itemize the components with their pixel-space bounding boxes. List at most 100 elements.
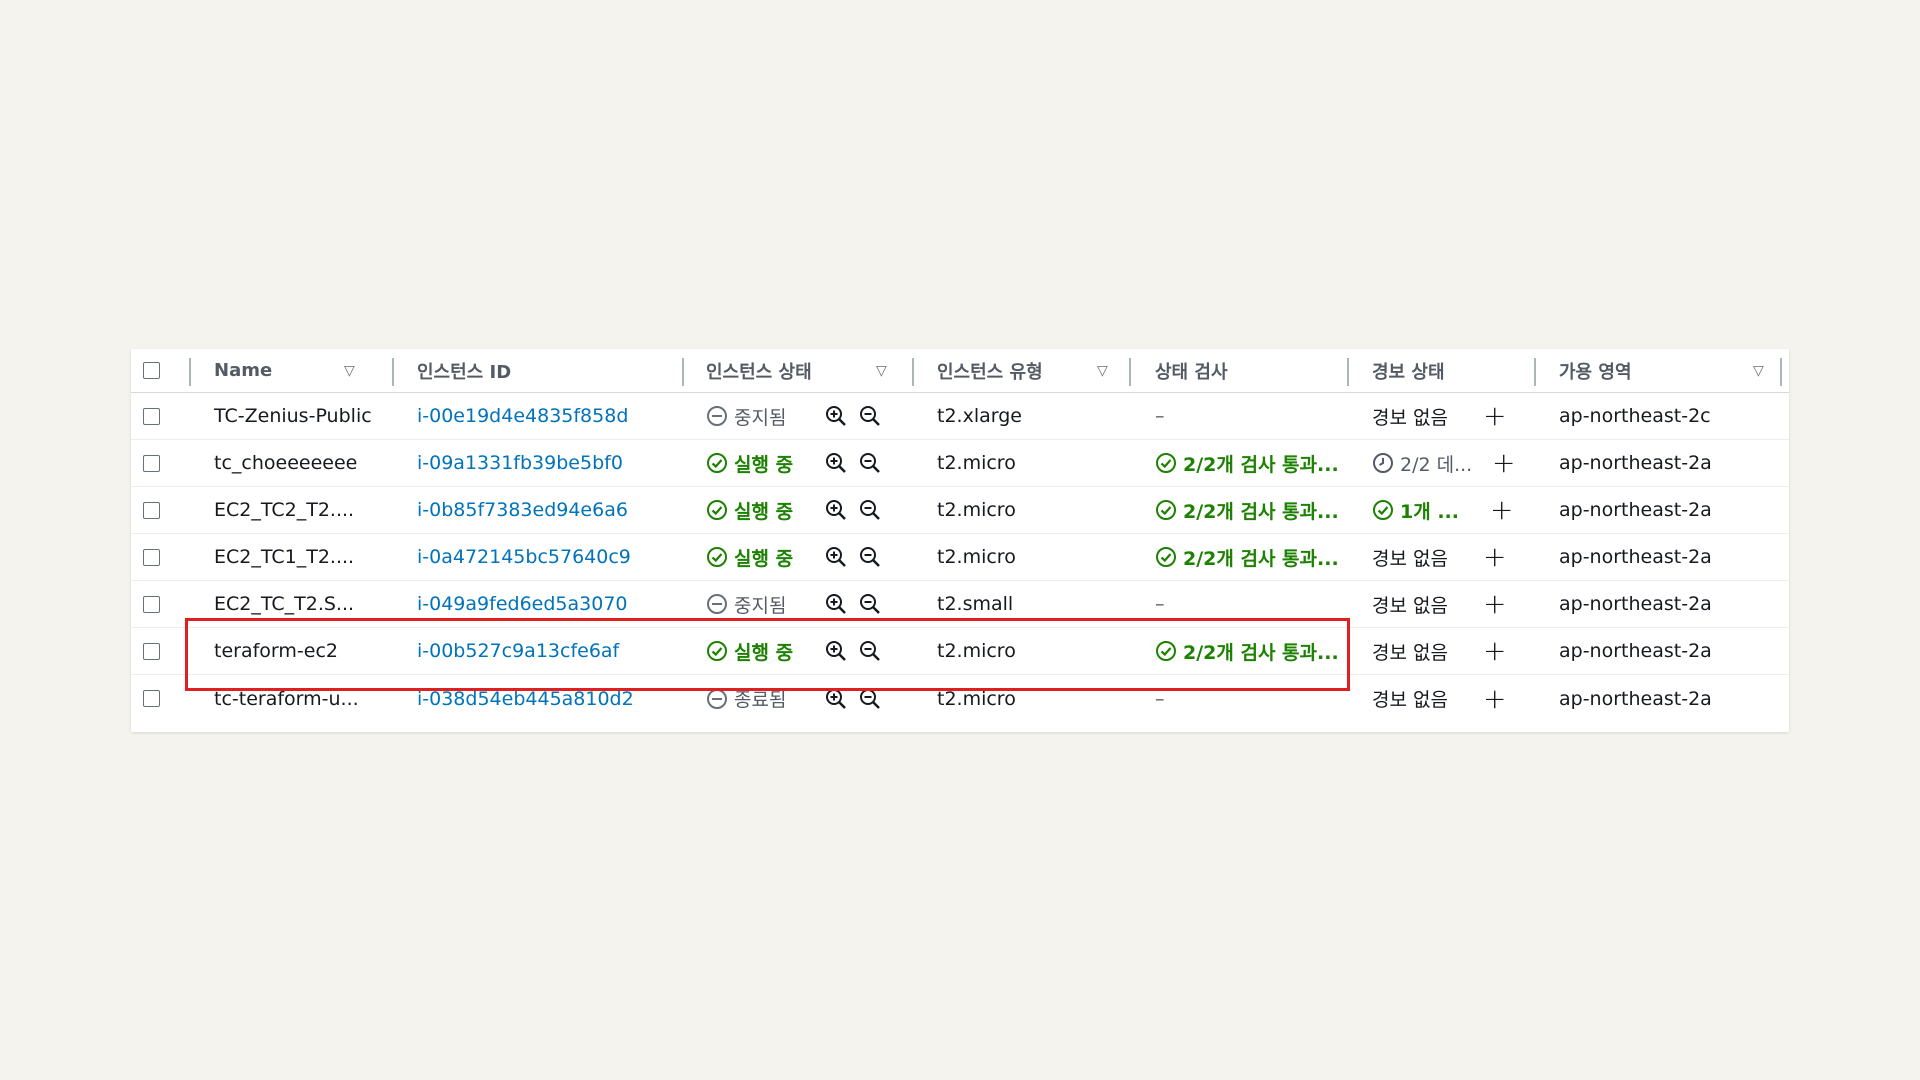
header-instance-state-label: 인스턴스 상태 bbox=[706, 361, 812, 383]
availability-zone: ap-northeast-2a bbox=[1559, 640, 1712, 662]
status-check: 2/2개 검사 통과... bbox=[1155, 534, 1339, 580]
state-label: 실행 중 bbox=[734, 453, 794, 476]
status-check-label: 2/2개 검사 통과... bbox=[1183, 547, 1339, 570]
add-alarm-icon[interactable]: + bbox=[1483, 393, 1506, 439]
availability-zone: ap-northeast-2c bbox=[1559, 405, 1711, 427]
header-name[interactable]: Name ▽ bbox=[214, 349, 364, 392]
row-checkbox[interactable] bbox=[143, 407, 160, 425]
header-instance-id[interactable]: 인스턴스 ID bbox=[417, 349, 511, 392]
zoom-out-icon[interactable] bbox=[859, 546, 881, 568]
add-alarm-icon[interactable]: + bbox=[1490, 487, 1513, 533]
column-divider[interactable] bbox=[189, 358, 191, 386]
table-row[interactable]: EC2_TC2_T2.... i-0b85f7383ed94e6a6 실행 중 … bbox=[131, 487, 1789, 534]
row-checkbox[interactable] bbox=[143, 501, 160, 519]
zoom-in-icon[interactable] bbox=[825, 546, 847, 568]
alarm-status: 경보 없음 bbox=[1372, 594, 1448, 617]
filter-icon[interactable]: ▽ bbox=[1753, 363, 1764, 379]
filter-icon[interactable]: ▽ bbox=[876, 363, 887, 379]
zoom-in-icon[interactable] bbox=[825, 405, 847, 427]
check-circle-icon bbox=[1155, 452, 1177, 474]
status-check: 2/2개 검사 통과... bbox=[1155, 487, 1339, 533]
row-checkbox[interactable] bbox=[143, 642, 160, 660]
zoom-out-icon[interactable] bbox=[859, 452, 881, 474]
column-divider[interactable] bbox=[682, 358, 684, 386]
header-status-check-label: 상태 검사 bbox=[1155, 361, 1228, 383]
instance-name: EC2_TC1_T2.... bbox=[214, 546, 355, 568]
instance-type: t2.xlarge bbox=[937, 405, 1022, 427]
header-availability-zone[interactable]: 가용 영역 ▽ bbox=[1559, 349, 1779, 392]
zoom-in-icon[interactable] bbox=[825, 593, 847, 615]
row-checkbox[interactable] bbox=[143, 595, 160, 613]
header-availability-zone-label: 가용 영역 bbox=[1559, 361, 1632, 383]
availability-zone: ap-northeast-2a bbox=[1559, 546, 1712, 568]
instance-id-link[interactable]: i-09a1331fb39be5bf0 bbox=[417, 440, 623, 486]
state-label: 실행 중 bbox=[734, 500, 794, 523]
header-name-label: Name bbox=[214, 360, 273, 381]
check-circle-icon bbox=[706, 546, 728, 568]
status-check-label: 2/2개 검사 통과... bbox=[1183, 453, 1339, 476]
clock-icon bbox=[1372, 452, 1394, 474]
header-alarm-status[interactable]: 경보 상태 bbox=[1372, 349, 1445, 392]
instance-state: 실행 중 bbox=[706, 440, 793, 486]
check-circle-icon bbox=[1155, 546, 1177, 568]
zoom-in-icon[interactable] bbox=[825, 499, 847, 521]
instance-id-link[interactable]: i-00e19d4e4835f858d bbox=[417, 393, 628, 439]
column-divider[interactable] bbox=[1129, 358, 1131, 386]
row-checkbox[interactable] bbox=[143, 454, 160, 472]
stopped-icon bbox=[706, 405, 728, 427]
instance-state: 실행 중 bbox=[706, 534, 793, 580]
add-alarm-icon[interactable]: + bbox=[1483, 675, 1506, 722]
check-circle-icon bbox=[706, 499, 728, 521]
zoom-out-icon[interactable] bbox=[859, 593, 881, 615]
instance-name: EC2_TC2_T2.... bbox=[214, 499, 355, 521]
instance-id-link[interactable]: i-0b85f7383ed94e6a6 bbox=[417, 487, 628, 533]
alarm-status-label: 1개 ... bbox=[1400, 500, 1459, 523]
add-alarm-icon[interactable]: + bbox=[1492, 440, 1515, 486]
alarm-status: 경보 없음 bbox=[1372, 641, 1448, 664]
state-label: 중지됨 bbox=[734, 406, 787, 429]
instance-name: TC-Zenius-Public bbox=[214, 405, 372, 427]
check-circle-icon bbox=[706, 452, 728, 474]
filter-icon[interactable]: ▽ bbox=[1097, 363, 1108, 379]
check-circle-icon bbox=[1155, 499, 1177, 521]
instance-state: 실행 중 bbox=[706, 487, 793, 533]
column-divider[interactable] bbox=[392, 358, 394, 386]
header-instance-type[interactable]: 인스턴스 유형 ▽ bbox=[937, 349, 1137, 392]
header-alarm-status-label: 경보 상태 bbox=[1372, 361, 1445, 383]
table-row[interactable]: EC2_TC1_T2.... i-0a472145bc57640c9 실행 중 … bbox=[131, 534, 1789, 581]
stopped-icon bbox=[706, 593, 728, 615]
header-instance-state[interactable]: 인스턴스 상태 ▽ bbox=[706, 349, 906, 392]
zoom-in-icon[interactable] bbox=[825, 452, 847, 474]
alarm-status: 경보 없음 bbox=[1372, 547, 1448, 570]
filter-icon[interactable]: ▽ bbox=[344, 363, 355, 379]
header-instance-type-label: 인스턴스 유형 bbox=[937, 361, 1043, 383]
alarm-status: 2/2 데... bbox=[1372, 440, 1472, 486]
add-alarm-icon[interactable]: + bbox=[1483, 581, 1506, 627]
zoom-out-icon[interactable] bbox=[859, 499, 881, 521]
instance-id-link[interactable]: i-0a472145bc57640c9 bbox=[417, 534, 631, 580]
column-divider[interactable] bbox=[1780, 358, 1782, 386]
availability-zone: ap-northeast-2a bbox=[1559, 593, 1712, 615]
instance-state: 중지됨 bbox=[706, 393, 786, 439]
table-row[interactable]: TC-Zenius-Public i-00e19d4e4835f858d 중지됨… bbox=[131, 393, 1789, 440]
instance-type: t2.micro bbox=[937, 452, 1016, 474]
column-divider[interactable] bbox=[1534, 358, 1536, 386]
instance-type: t2.micro bbox=[937, 499, 1016, 521]
alarm-status: 1개 ... bbox=[1372, 487, 1459, 533]
select-all-checkbox[interactable] bbox=[143, 362, 160, 379]
availability-zone: ap-northeast-2a bbox=[1559, 452, 1712, 474]
header-status-check[interactable]: 상태 검사 bbox=[1155, 349, 1228, 392]
zoom-out-icon[interactable] bbox=[859, 405, 881, 427]
table-row[interactable]: tc_choeeeeeee i-09a1331fb39be5bf0 실행 중 t… bbox=[131, 440, 1789, 487]
row-checkbox[interactable] bbox=[143, 690, 160, 707]
add-alarm-icon[interactable]: + bbox=[1483, 534, 1506, 580]
alarm-status: 경보 없음 bbox=[1372, 689, 1448, 711]
header-instance-id-label: 인스턴스 ID bbox=[417, 361, 512, 383]
row-checkbox[interactable] bbox=[143, 548, 160, 566]
add-alarm-icon[interactable]: + bbox=[1483, 628, 1506, 674]
status-check: – bbox=[1155, 405, 1165, 427]
column-divider[interactable] bbox=[912, 358, 914, 386]
state-label: 실행 중 bbox=[734, 547, 794, 570]
column-divider[interactable] bbox=[1347, 358, 1349, 386]
state-label: 중지됨 bbox=[734, 594, 787, 617]
